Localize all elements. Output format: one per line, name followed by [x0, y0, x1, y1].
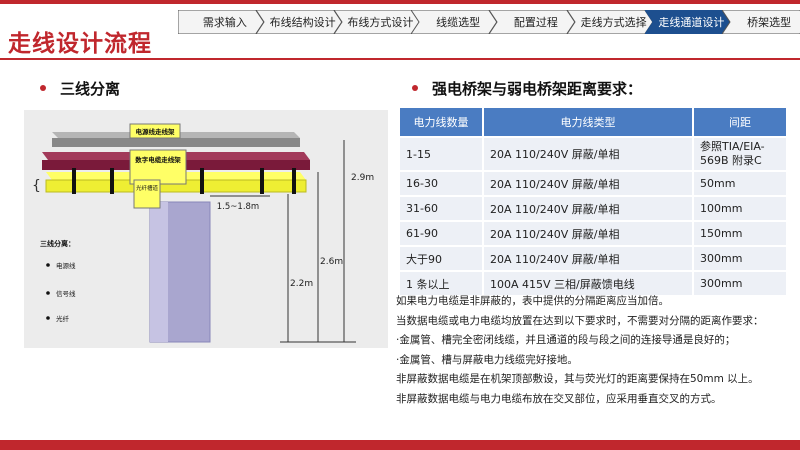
legend-bullet	[46, 291, 50, 295]
top-accent-bar	[0, 0, 800, 4]
note-line: 如果电力电缆是非屏蔽的，表中提供的分隔距离应当加倍。	[396, 295, 669, 307]
table-cell: 50mm	[694, 172, 786, 195]
table-header-cell: 电力线数量	[400, 108, 482, 136]
process-step[interactable]: 布线结构设计	[255, 10, 342, 34]
table-cell: 20A 110/240V 屏蔽/单相	[484, 172, 692, 195]
power-tray	[52, 138, 300, 147]
table-header-cell: 间距	[694, 108, 786, 136]
process-steps: 需求输入 布线结构设计 布线方式设计 线缆选型 配置过程 走线方式选择 走线通道设计 桥架选型	[178, 10, 800, 34]
bullet-dot	[412, 84, 418, 91]
separation-table: 电力线数量 电力线类型 间距 1-15 20A 110/240V 屏蔽/单相 参…	[398, 106, 788, 297]
table-header-cell: 电力线类型	[484, 108, 692, 136]
legend-item-signal: 信号线	[56, 289, 76, 298]
table-cell: 100mm	[694, 197, 786, 220]
process-step[interactable]: 走线通道设计	[644, 10, 731, 34]
table-cell: 20A 110/240V 屏蔽/单相	[484, 197, 692, 220]
dim-29-label: 2.9m	[351, 173, 374, 183]
table-cell: 150mm	[694, 222, 786, 245]
note-line: ·金属管、槽与屏蔽电力线缆完好接地。	[396, 353, 578, 366]
table-cell: 20A 110/240V 屏蔽/单相	[484, 247, 692, 270]
table-header-row: 电力线数量 电力线类型 间距	[400, 108, 786, 136]
process-step-label: 布线结构设计	[269, 16, 336, 29]
notes-block: 如果电力电缆是非屏蔽的，表中提供的分隔距离应当加倍。 当数据电缆或电力电缆均放置…	[396, 292, 796, 409]
title-divider	[0, 58, 800, 60]
legend-title: 三线分离：	[40, 239, 75, 248]
process-step[interactable]: 桥架选型	[722, 10, 800, 34]
diagram-svg: 电源线走线架 数字电缆走线架 光纤槽道 { 1.5~1.8m 2.9m 2.6m…	[32, 123, 374, 343]
process-step[interactable]: 配置过程	[489, 10, 575, 34]
bullet-dot	[40, 84, 46, 91]
table-cell: 1-15	[400, 138, 482, 170]
section-heading-left: 三线分离	[40, 78, 120, 99]
legend-bullet	[46, 316, 50, 320]
label-power-tray: 电源线走线架	[136, 127, 176, 136]
table-cell: 20A 110/240V 屏蔽/单相	[484, 138, 692, 170]
note-line: 非屏蔽数据电缆与电力电缆布放在交叉部位，应采用垂直交叉的方式。	[396, 392, 722, 405]
label-box-fiber	[133, 179, 161, 209]
fiber-duct-highlight	[150, 202, 168, 342]
process-step[interactable]: 布线方式设计	[333, 10, 420, 34]
table-cell: 300mm	[694, 247, 786, 270]
table-cell: 20A 110/240V 屏蔽/单相	[484, 222, 692, 245]
process-step-label: 配置过程	[513, 16, 558, 29]
table-row: 16-30 20A 110/240V 屏蔽/单相 50mm	[400, 172, 786, 195]
section-heading-right-text: 强电桥架与弱电桥架距离要求：	[432, 80, 643, 98]
process-step-label: 布线方式设计	[347, 16, 414, 29]
label-data-tray: 数字电缆走线架	[135, 155, 181, 164]
process-step-label: 桥架选型	[747, 16, 792, 29]
process-step-label: 需求输入	[202, 16, 247, 29]
process-step-label: 走线通道设计	[658, 16, 725, 29]
bottom-accent-bar	[0, 440, 800, 450]
three-line-separation-diagram: 电源线走线架 数字电缆走线架 光纤槽道 { 1.5~1.8m 2.9m 2.6m…	[24, 110, 388, 348]
dim-26-label: 2.6m	[320, 257, 343, 267]
process-step-label: 线缆选型	[436, 16, 481, 29]
legend-bullet	[46, 263, 50, 267]
process-step[interactable]: 走线方式选择	[566, 10, 653, 34]
legend-item-fiber: 光纤	[56, 314, 70, 323]
section-heading-left-text: 三线分离	[60, 80, 121, 98]
brace-mark: {	[32, 178, 41, 194]
legend-item-power: 电源线	[56, 261, 76, 270]
table-cell: 大于90	[400, 247, 482, 270]
process-step[interactable]: 需求输入	[178, 10, 264, 34]
note-line: 非屏蔽数据电缆是在机架顶部敷设，其与荧光灯的距离要保持在50mm 以上。	[396, 373, 759, 385]
dim-offset-label: 1.5~1.8m	[217, 202, 259, 212]
table-cell: 参照TIA/EIA-569B 附录C	[694, 138, 786, 170]
table-cell: 61-90	[400, 222, 482, 245]
process-step-label: 走线方式选择	[580, 16, 647, 29]
table-row: 大于90 20A 110/240V 屏蔽/单相 300mm	[400, 247, 786, 270]
table-row: 31-60 20A 110/240V 屏蔽/单相 100mm	[400, 197, 786, 220]
note-line: 当数据电缆或电力电缆均放置在达到以下要求时，不需要对分隔的距离作要求：	[396, 314, 764, 327]
section-heading-right: 强电桥架与弱电桥架距离要求：	[412, 78, 642, 99]
table-row: 1-15 20A 110/240V 屏蔽/单相 参照TIA/EIA-569B 附…	[400, 138, 786, 170]
note-line: ·金属管、槽完全密闭线缆，并且通道的段与段之间的连接导通是良好的；	[396, 334, 736, 346]
table-row: 61-90 20A 110/240V 屏蔽/单相 150mm	[400, 222, 786, 245]
table-cell: 31-60	[400, 197, 482, 220]
table-cell: 16-30	[400, 172, 482, 195]
dim-22-label: 2.2m	[290, 279, 313, 289]
page-title: 走线设计流程	[8, 31, 152, 57]
label-fiber-duct: 光纤槽道	[136, 184, 159, 192]
process-step[interactable]: 线缆选型	[411, 10, 497, 34]
